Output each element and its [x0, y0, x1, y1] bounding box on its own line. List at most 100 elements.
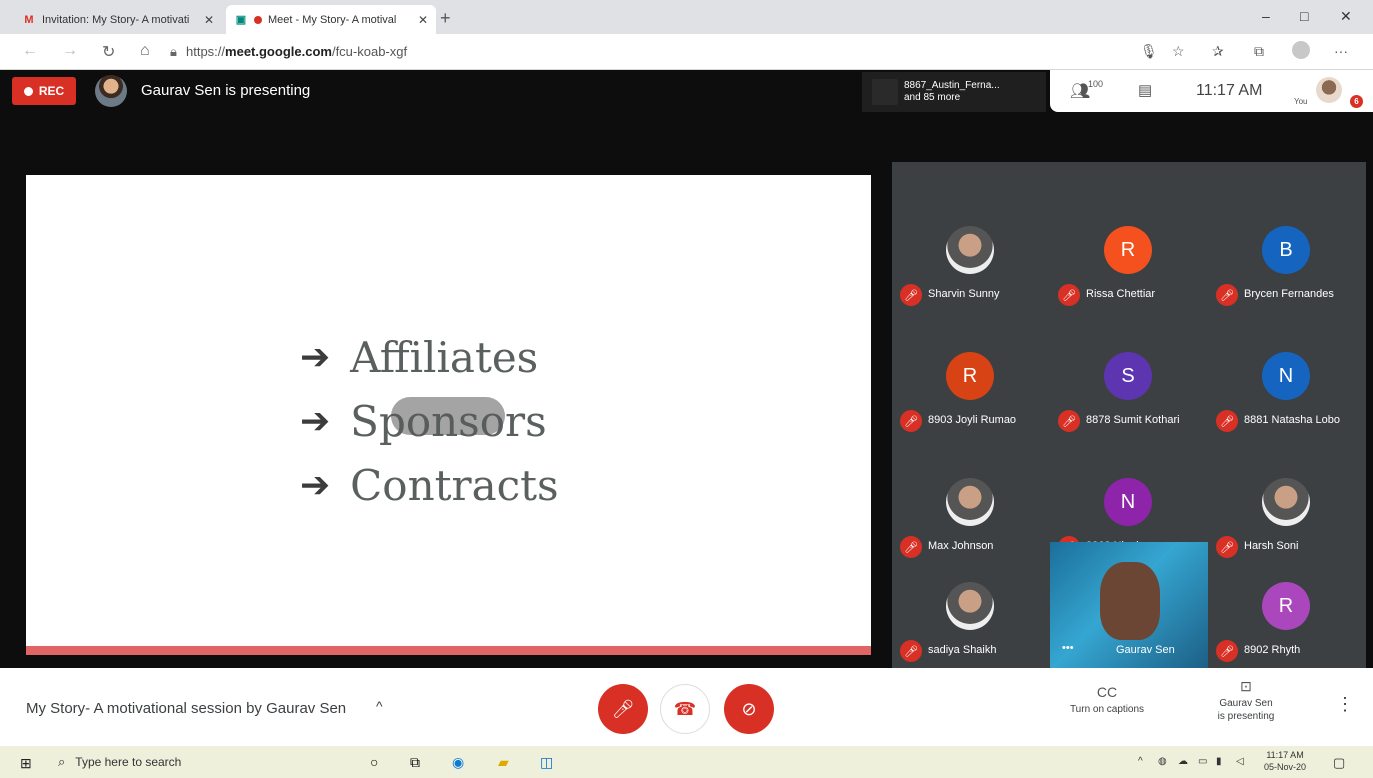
tab-gmail-invitation[interactable]: M Invitation: My Story- A motivati ✕ — [14, 5, 222, 34]
participant-name: Sharvin Sunny — [928, 288, 1000, 300]
participant-name: 8903 Joyli Rumao — [928, 414, 1017, 426]
presenter-cursor-overlay — [391, 397, 505, 435]
participant-tile[interactable]: S 🎤︎ 8878 Sumit Kothari — [1050, 312, 1208, 438]
participant-tile[interactable]: R 🎤︎ 8902 Rhyth — [1208, 542, 1366, 668]
captions-label: Turn on captions — [1069, 704, 1145, 715]
participant-avatar: R — [946, 352, 994, 400]
tray-battery-icon[interactable]: ▭ — [1198, 756, 1207, 767]
tray-volume-icon[interactable]: ◁ — [1236, 756, 1244, 767]
meeting-control-bar: My Story- A motivational session by Gaur… — [0, 668, 1373, 746]
participant-tile[interactable]: ••• Gaurav Sen — [1050, 542, 1208, 668]
muted-mic-icon: 🎤︎ — [900, 284, 922, 306]
refresh-icon[interactable]: ↻ — [102, 42, 115, 62]
self-notification-badge: 6 — [1350, 95, 1363, 108]
muted-mic-icon: 🎤︎ — [1216, 640, 1238, 662]
participant-video-feed — [1100, 562, 1160, 640]
participant-name: Gaurav Sen — [1116, 644, 1175, 656]
tray-mic-icon[interactable]: ▮ — [1216, 756, 1222, 767]
settings-more-icon[interactable]: ··· — [1334, 43, 1348, 59]
meeting-title[interactable]: My Story- A motivational session by Gaur… — [26, 700, 346, 717]
favorite-star-icon[interactable]: ☆ — [1172, 43, 1185, 60]
presenting-status: Gaurav Sen is presenting — [141, 82, 311, 99]
close-window-button[interactable]: ✕ — [1340, 8, 1352, 25]
close-tab-icon[interactable]: ✕ — [418, 13, 428, 27]
participant-avatar — [946, 478, 994, 526]
presenter-avatar — [95, 75, 127, 107]
file-explorer-icon[interactable]: ▰ — [498, 754, 509, 771]
collections-icon[interactable]: ⧉ — [1254, 43, 1264, 60]
participant-avatar — [946, 226, 994, 274]
muted-mic-icon: 🎤︎ — [1058, 410, 1080, 432]
cortana-icon[interactable]: ○ — [370, 754, 378, 770]
camera-off-button[interactable]: ⊘ — [724, 684, 774, 734]
slide-bullet: ➔ Affiliates — [300, 325, 559, 389]
recording-dot-icon — [254, 15, 262, 24]
profile-avatar[interactable] — [1292, 41, 1310, 59]
forward-arrow-icon[interactable]: → — [62, 42, 78, 60]
rec-label: REC — [38, 84, 65, 98]
captions-icon: CC — [1096, 684, 1118, 700]
record-dot-icon — [23, 86, 33, 96]
present-status-button[interactable]: ⊡ Gaurav Sen is presenting — [1200, 678, 1292, 723]
taskbar-clock[interactable]: 11:17 AM 05-Nov-20 — [1264, 749, 1306, 773]
participant-tile[interactable]: N 🎤︎ 8881 Natasha Lobo — [1208, 312, 1366, 438]
more-options-icon[interactable]: ⋮ — [1336, 694, 1354, 715]
recording-badge: REC — [12, 77, 76, 105]
participant-tile[interactable]: R 🎤︎ 8903 Joyli Rumao — [892, 312, 1050, 438]
presenting-line1: Gaurav Sen — [1219, 698, 1273, 709]
hang-up-icon: ☎︎ — [673, 698, 697, 719]
tray-chevron-icon[interactable]: ^ — [1138, 756, 1143, 767]
back-arrow-icon[interactable]: ← — [22, 42, 38, 60]
action-center-icon[interactable]: ▢ — [1333, 755, 1345, 771]
home-icon[interactable]: ⌂ — [140, 42, 150, 60]
other-participants-chip[interactable]: 8867_Austin_Ferna... and 85 more — [862, 72, 1046, 112]
browser-tab-strip: M Invitation: My Story- A motivati ✕ ▣ M… — [0, 0, 1373, 34]
microphone-permission-icon[interactable]: 🎙︎ — [1140, 43, 1158, 60]
participant-avatar: B — [1262, 226, 1310, 274]
address-bar: ← → ↻ ⌂ 🔒︎ https://meet.google.com/fcu-k… — [0, 34, 1373, 70]
mic-off-icon: 🎤︎ — [611, 698, 635, 719]
chip-line2: and 85 more — [904, 92, 961, 103]
store-icon[interactable]: ◫ — [540, 754, 553, 771]
participant-tile[interactable]: 🎤︎ Sharvin Sunny — [892, 186, 1050, 312]
lock-icon[interactable]: 🔒︎ — [170, 44, 177, 60]
windows-taskbar: ⊞ ⌕ Type here to search ○ ⧉ ◉ ▰ ◫ ^ ◍ ☁︎… — [0, 746, 1373, 778]
favorites-icon[interactable]: ✰ — [1212, 43, 1224, 60]
search-icon: ⌕ — [58, 754, 66, 769]
bullet-text: Affiliates — [350, 332, 539, 382]
close-tab-icon[interactable]: ✕ — [204, 13, 214, 27]
tile-more-icon[interactable]: ••• — [1062, 642, 1074, 654]
participant-tile[interactable]: B 🎤︎ Brycen Fernandes — [1208, 186, 1366, 312]
leave-call-button[interactable]: ☎︎ — [660, 684, 710, 734]
new-tab-button[interactable]: + — [440, 8, 451, 29]
participant-name: Brycen Fernandes — [1244, 288, 1334, 300]
meet-icon: ▣ — [235, 14, 247, 26]
participant-tile[interactable]: R 🎤︎ Rissa Chettiar — [1050, 186, 1208, 312]
self-avatar[interactable] — [1316, 77, 1342, 103]
edge-browser-icon[interactable]: ◉ — [452, 754, 464, 771]
windows-start-icon[interactable]: ⊞ — [20, 755, 32, 772]
camera-off-icon: ⊘ — [741, 698, 757, 719]
url-path: /fcu-koab-xgf — [331, 44, 408, 59]
presentation-slide: ➔ Affiliates ➔ Sponsors ➔ Contracts — [26, 175, 871, 655]
chat-icon[interactable]: ▤ — [1138, 81, 1152, 99]
url-prefix: https:// — [186, 44, 226, 59]
arrow-icon: ➔ — [300, 336, 331, 378]
taskbar-search[interactable]: ⌕ Type here to search — [48, 749, 348, 775]
slide-bullet: ➔ Contracts — [300, 453, 559, 517]
tray-network-icon[interactable]: ◍ — [1158, 756, 1167, 767]
slide-footer-bar — [26, 646, 871, 655]
present-screen-icon: ⊡ — [1240, 678, 1252, 694]
meeting-details-caret-icon[interactable]: ^ — [376, 698, 383, 714]
tray-cloud-icon[interactable]: ☁︎ — [1178, 756, 1188, 767]
minimize-button[interactable]: – — [1262, 8, 1270, 24]
tab-title: Meet - My Story- A motival — [268, 13, 397, 26]
url-field[interactable]: https://meet.google.com/fcu-koab-xgf — [186, 44, 407, 59]
tab-meet[interactable]: ▣ Meet - My Story- A motival ✕ — [226, 5, 436, 34]
mic-off-button[interactable]: 🎤︎ — [598, 684, 648, 734]
presenting-line2: is presenting — [1217, 711, 1275, 722]
task-view-icon[interactable]: ⧉ — [410, 754, 420, 771]
restore-button[interactable]: □ — [1300, 8, 1308, 24]
captions-button[interactable]: CC Turn on captions — [1058, 684, 1156, 716]
participant-tile[interactable]: 🎤︎ sadiya Shaikh — [892, 542, 1050, 668]
